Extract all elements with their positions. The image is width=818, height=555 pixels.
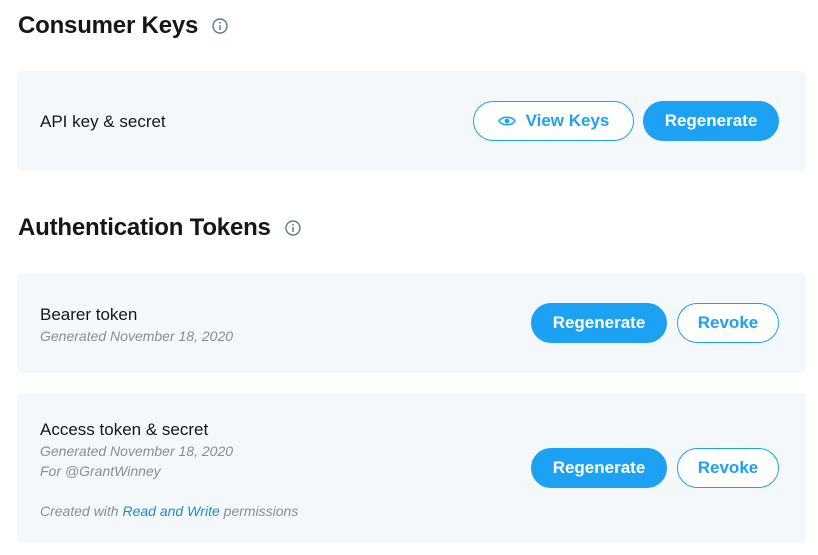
revoke-label: Revoke <box>697 313 759 332</box>
consumer-keys-title: Consumer Keys <box>18 12 199 39</box>
revoke-bearer-button[interactable]: Revoke <box>677 303 779 343</box>
consumer-keys-heading: Consumer Keys <box>18 12 228 40</box>
info-icon[interactable] <box>212 18 228 34</box>
permissions-link[interactable]: Read and Write <box>122 503 219 519</box>
regenerate-label: Regenerate <box>552 313 646 332</box>
auth-tokens-heading: Authentication Tokens <box>18 214 301 242</box>
view-keys-label: View Keys <box>525 111 610 130</box>
regenerate-api-key-button[interactable]: Regenerate <box>643 101 779 141</box>
permissions-suffix: permissions <box>223 503 299 519</box>
revoke-access-button[interactable]: Revoke <box>677 448 779 488</box>
permissions-line: Created with Read and Write permissions <box>40 503 298 519</box>
permissions-prefix: Created with <box>40 503 119 519</box>
access-for-user: For @GrantWinney <box>40 463 161 479</box>
view-keys-button[interactable]: View Keys <box>473 101 634 141</box>
regenerate-bearer-button[interactable]: Regenerate <box>531 303 667 343</box>
regenerate-access-button[interactable]: Regenerate <box>531 448 667 488</box>
access-token-card: Access token & secret Generated November… <box>17 393 806 543</box>
auth-tokens-title: Authentication Tokens <box>18 214 271 241</box>
api-key-label: API key & secret <box>40 112 166 131</box>
eye-icon <box>497 116 516 126</box>
access-generated-date: Generated November 18, 2020 <box>40 443 234 459</box>
regenerate-label: Regenerate <box>664 111 758 130</box>
revoke-label: Revoke <box>697 458 759 477</box>
access-token-label: Access token & secret <box>40 420 209 439</box>
api-key-card: API key & secret View Keys Regenerate <box>17 71 806 171</box>
regenerate-label: Regenerate <box>552 458 646 477</box>
info-icon[interactable] <box>285 220 301 236</box>
bearer-token-card: Bearer token Generated November 18, 2020… <box>17 273 806 373</box>
bearer-token-label: Bearer token <box>40 305 138 324</box>
bearer-generated-date: Generated November 18, 2020 <box>40 328 234 344</box>
